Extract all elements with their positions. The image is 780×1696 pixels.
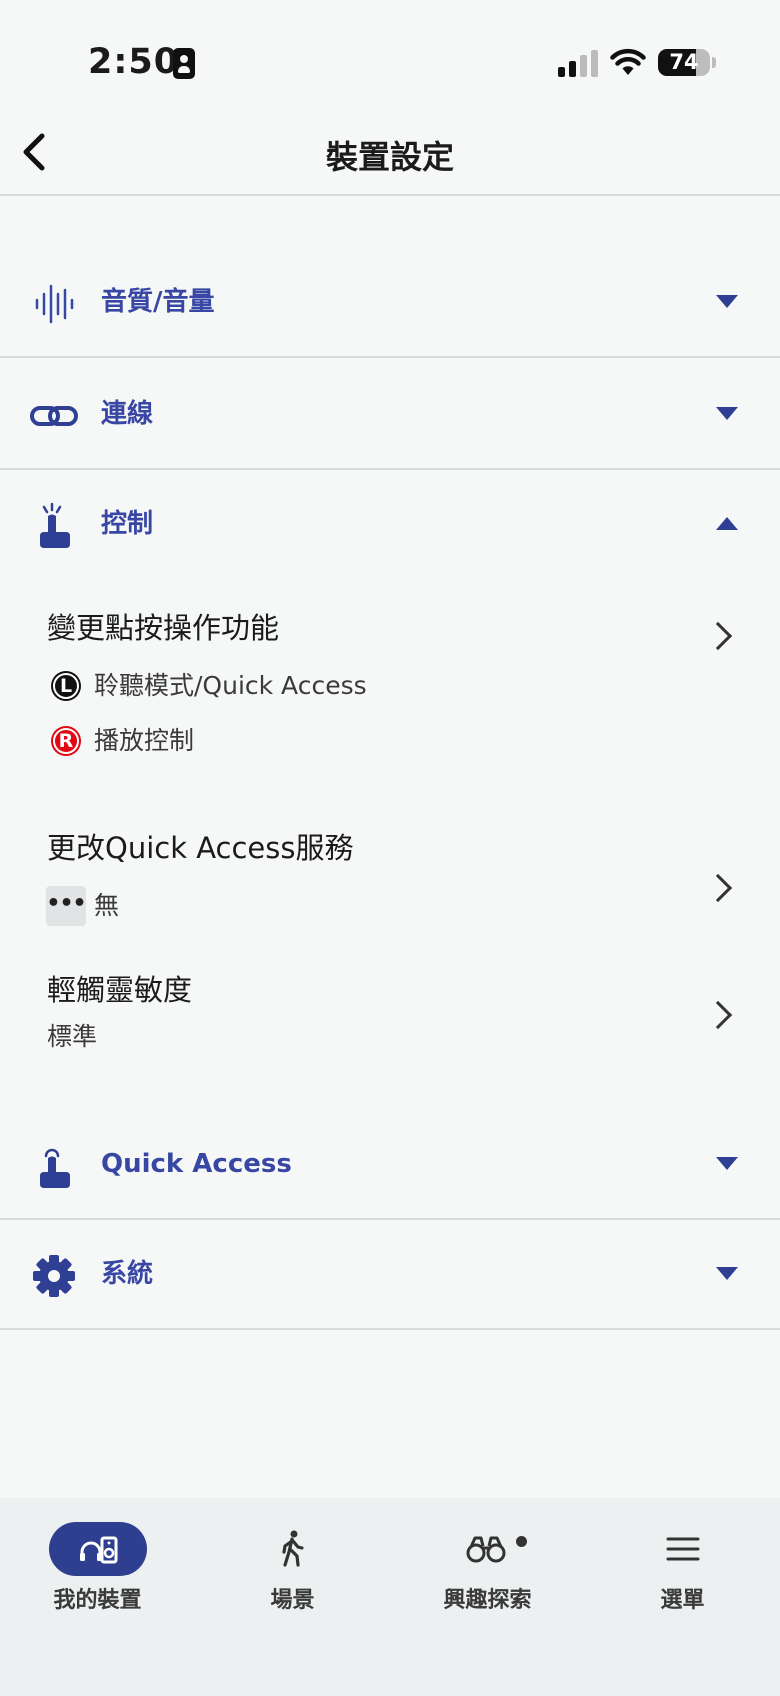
finger-press-icon [40,1148,70,1188]
right-earbud-badge: R [51,726,81,756]
chevron-right-icon [703,621,733,651]
headphones-speaker-icon [79,1536,117,1564]
tab-label: 場景 [270,1588,315,1613]
battery-percent: 74 [669,50,699,74]
expand-caret-icon [716,1157,738,1170]
section-control-label: 控制 [101,509,154,539]
chevron-right-icon [703,873,733,903]
expand-caret-icon [716,407,738,420]
tab-active-indicator [48,1522,147,1576]
touch-sensitivity-item[interactable]: 輕觸靈敏度 標準 [0,970,780,1070]
status-time: 2:50 [88,42,180,82]
quick-access-service-item[interactable]: 更改Quick Access服務 ••• 無 [0,820,780,940]
touch-sensitivity-title: 輕觸靈敏度 [47,973,193,1007]
tab-explore[interactable]: 興趣探索 [390,1498,585,1638]
battery-icon: 74 [658,49,710,76]
tap-function-title: 變更點按操作功能 [47,611,280,645]
quick-access-service-value: 無 [94,891,120,920]
collapse-caret-icon [716,517,738,530]
section-control[interactable]: 控制 [0,470,780,580]
status-bar: 2:50 74 [0,0,780,110]
more-dots-icon: ••• [46,886,87,926]
quick-access-service-title: 更改Quick Access服務 [47,831,354,865]
expand-caret-icon [716,1267,738,1280]
tab-my-device[interactable]: 我的裝置 [0,1498,195,1638]
notification-dot [516,1536,527,1547]
waveform-icon [35,284,74,324]
section-system[interactable]: 系統 [0,1220,780,1330]
bottom-tab-bar: 我的裝置 場景 興趣探索 選單 [0,1498,780,1696]
hamburger-menu-icon [666,1537,699,1561]
tab-label: 興趣探索 [443,1588,532,1613]
link-icon [30,406,78,426]
chevron-right-icon [703,1000,733,1030]
touch-sensitivity-value: 標準 [47,1022,98,1051]
walking-person-icon [281,1530,304,1567]
finger-tap-icon [40,502,70,548]
tap-function-item[interactable]: 變更點按操作功能 L 聆聽模式/Quick Access R 播放控制 [0,600,780,770]
gear-icon [33,1255,75,1297]
right-tap-value: 播放控制 [94,726,195,755]
binoculars-icon [466,1536,505,1563]
nav-bar: 裝置設定 [0,110,780,196]
wifi-icon [610,48,646,75]
section-connection[interactable]: 連線 [0,360,780,470]
left-tap-value: 聆聽模式/Quick Access [94,671,367,700]
section-quick-access-label: Quick Access [101,1149,292,1179]
contact-card-icon [173,48,195,79]
page-title: 裝置設定 [325,138,454,176]
tab-label: 我的裝置 [53,1588,142,1613]
tab-label: 選單 [660,1588,705,1613]
tab-scene[interactable]: 場景 [195,1498,390,1638]
expand-caret-icon [716,295,738,308]
section-connection-label: 連線 [101,399,154,429]
section-system-label: 系統 [101,1259,154,1289]
section-quick-access[interactable]: Quick Access [0,1110,780,1220]
tab-menu[interactable]: 選單 [585,1498,780,1638]
section-sound[interactable]: 音質/音量 [0,248,780,358]
cellular-signal-icon [558,50,598,77]
left-earbud-badge: L [51,671,81,701]
battery-cap [712,57,716,68]
section-sound-label: 音質/音量 [101,287,215,317]
